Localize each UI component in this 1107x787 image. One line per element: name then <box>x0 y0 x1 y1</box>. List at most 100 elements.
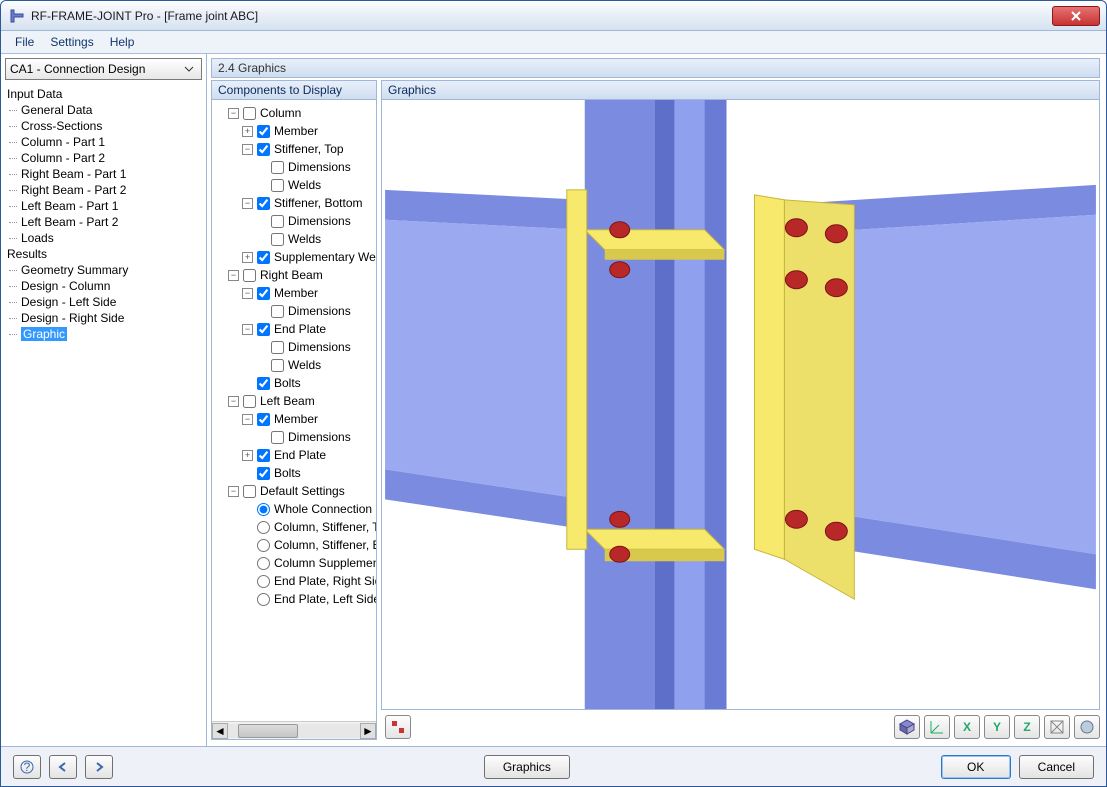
graphics-toolbar: X Y Z <box>381 714 1100 740</box>
tree-radio-col-stiff-top[interactable]: Column, Stiffener, Top <box>214 518 374 536</box>
nav-item[interactable]: Right Beam - Part 2 <box>1 182 206 198</box>
checkbox[interactable] <box>243 395 256 408</box>
tree-radio-col-stiff-bot[interactable]: Column, Stiffener, Bottom <box>214 536 374 554</box>
ok-button[interactable]: OK <box>941 755 1011 779</box>
menu-help[interactable]: Help <box>104 33 141 51</box>
nav-item[interactable]: Loads <box>1 230 206 246</box>
help-button[interactable]: ? <box>13 755 41 779</box>
checkbox[interactable] <box>243 269 256 282</box>
nav-item[interactable]: Cross-Sections <box>1 118 206 134</box>
tree-node-dimensions[interactable]: Dimensions <box>214 158 374 176</box>
nav-item[interactable]: Left Beam - Part 1 <box>1 198 206 214</box>
tree-node-dimensions[interactable]: Dimensions <box>214 302 374 320</box>
y-view-button[interactable]: Y <box>984 715 1010 739</box>
title-bar: RF-FRAME-JOINT Pro - [Frame joint ABC] <box>1 1 1106 31</box>
checkbox[interactable] <box>271 215 284 228</box>
wireframe-button[interactable] <box>1044 715 1070 739</box>
checkbox[interactable] <box>257 251 270 264</box>
tree-node-bolts[interactable]: Bolts <box>214 374 374 392</box>
cancel-button[interactable]: Cancel <box>1019 755 1094 779</box>
tree-node-dimensions[interactable]: Dimensions <box>214 212 374 230</box>
tree-node-right-beam[interactable]: −Right Beam <box>214 266 374 284</box>
prev-button[interactable] <box>49 755 77 779</box>
transparency-button[interactable] <box>1074 715 1100 739</box>
checkbox[interactable] <box>243 107 256 120</box>
axes-icon <box>929 719 945 735</box>
graphics-viewport[interactable] <box>381 100 1100 710</box>
scroll-thumb[interactable] <box>238 724 298 738</box>
checkbox[interactable] <box>271 179 284 192</box>
nav-item[interactable]: Geometry Summary <box>1 262 206 278</box>
x-view-button[interactable]: X <box>954 715 980 739</box>
nav-item[interactable]: Design - Left Side <box>1 294 206 310</box>
tree-node-default-settings[interactable]: −Default Settings <box>214 482 374 500</box>
nav-item-graphic[interactable]: Graphic <box>1 326 206 342</box>
nav-item[interactable]: Column - Part 1 <box>1 134 206 150</box>
checkbox[interactable] <box>257 413 270 426</box>
radio[interactable] <box>257 593 270 606</box>
checkbox[interactable] <box>271 359 284 372</box>
scroll-left-arrow-icon[interactable]: ◄ <box>212 723 228 739</box>
menu-settings[interactable]: Settings <box>44 33 99 51</box>
radio[interactable] <box>257 503 270 516</box>
radio[interactable] <box>257 539 270 552</box>
tree-node-dimensions[interactable]: Dimensions <box>214 338 374 356</box>
components-tree[interactable]: −Column +Member −Stiffener, Top Dimensio… <box>211 100 377 740</box>
tree-node-supp-web[interactable]: +Supplementary Web Plate <box>214 248 374 266</box>
tree-node-member[interactable]: +Member <box>214 122 374 140</box>
checkbox[interactable] <box>257 287 270 300</box>
radio[interactable] <box>257 557 270 570</box>
tree-radio-col-supp[interactable]: Column Supplementary <box>214 554 374 572</box>
axes-button[interactable] <box>924 715 950 739</box>
tree-radio-ep-right[interactable]: End Plate, Right Side <box>214 572 374 590</box>
checkbox[interactable] <box>271 305 284 318</box>
tree-node-dimensions[interactable]: Dimensions <box>214 428 374 446</box>
design-case-combo[interactable]: CA1 - Connection Design <box>5 58 202 80</box>
tree-node-column[interactable]: −Column <box>214 104 374 122</box>
nav-item[interactable]: General Data <box>1 102 206 118</box>
checkbox[interactable] <box>271 233 284 246</box>
radio[interactable] <box>257 575 270 588</box>
checkbox[interactable] <box>257 467 270 480</box>
graphics-button[interactable]: Graphics <box>484 755 570 779</box>
tree-node-welds[interactable]: Welds <box>214 356 374 374</box>
checkbox[interactable] <box>271 161 284 174</box>
tree-node-welds[interactable]: Welds <box>214 176 374 194</box>
tree-node-welds[interactable]: Welds <box>214 230 374 248</box>
checkbox[interactable] <box>257 197 270 210</box>
checkbox[interactable] <box>271 431 284 444</box>
checkbox[interactable] <box>257 143 270 156</box>
nav-item[interactable]: Column - Part 2 <box>1 150 206 166</box>
tree-node-left-beam[interactable]: −Left Beam <box>214 392 374 410</box>
z-view-button[interactable]: Z <box>1014 715 1040 739</box>
nav-item[interactable]: Design - Column <box>1 278 206 294</box>
checkbox[interactable] <box>271 341 284 354</box>
tree-node-stiffener-bottom[interactable]: −Stiffener, Bottom <box>214 194 374 212</box>
radio[interactable] <box>257 521 270 534</box>
tree-radio-whole[interactable]: Whole Connection <box>214 500 374 518</box>
nav-item[interactable]: Design - Right Side <box>1 310 206 326</box>
menu-file[interactable]: File <box>9 33 40 51</box>
checkbox[interactable] <box>257 449 270 462</box>
tree-node-bolts[interactable]: Bolts <box>214 464 374 482</box>
next-button[interactable] <box>85 755 113 779</box>
nav-item[interactable]: Left Beam - Part 2 <box>1 214 206 230</box>
tree-node-end-plate[interactable]: −End Plate <box>214 320 374 338</box>
tree-node-member[interactable]: −Member <box>214 410 374 428</box>
iso-view-button[interactable] <box>894 715 920 739</box>
scroll-right-arrow-icon[interactable]: ► <box>360 723 376 739</box>
tree-radio-ep-left[interactable]: End Plate, Left Side <box>214 590 374 608</box>
nav-item[interactable]: Right Beam - Part 1 <box>1 166 206 182</box>
window-close-button[interactable] <box>1052 6 1100 26</box>
tree-node-member[interactable]: −Member <box>214 284 374 302</box>
navigator-tree[interactable]: Input Data General Data Cross-Sections C… <box>1 84 206 746</box>
tree-node-end-plate[interactable]: +End Plate <box>214 446 374 464</box>
views-button[interactable] <box>385 715 411 739</box>
checkbox[interactable] <box>257 377 270 390</box>
tree-node-stiffener-top[interactable]: −Stiffener, Top <box>214 140 374 158</box>
checkbox[interactable] <box>257 125 270 138</box>
checkbox[interactable] <box>257 323 270 336</box>
horizontal-scrollbar[interactable]: ◄ ► <box>212 721 376 739</box>
menu-bar: File Settings Help <box>1 31 1106 53</box>
checkbox[interactable] <box>243 485 256 498</box>
